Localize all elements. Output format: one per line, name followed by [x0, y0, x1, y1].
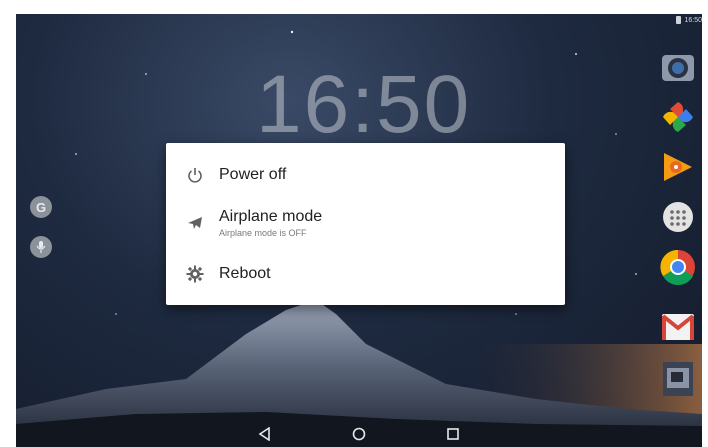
power-icon [185, 165, 205, 185]
camera-icon[interactable] [658, 47, 698, 87]
power-off-label: Power off [219, 166, 287, 183]
power-off-option[interactable]: Power off [166, 155, 565, 195]
airplane-mode-status: Airplane mode is OFF [219, 228, 307, 238]
lock-clock: 16:50 [256, 59, 472, 150]
microphone-icon[interactable] [30, 236, 52, 258]
gmail-icon[interactable] [658, 307, 698, 347]
navigation-bar [16, 420, 702, 447]
photos-icon[interactable] [658, 97, 698, 137]
play-music-icon[interactable] [658, 147, 698, 187]
power-menu-dialog: Power off Airplane mode Airplane mode is… [166, 143, 565, 305]
reboot-icon [185, 264, 205, 284]
airplane-mode-label: Airplane mode [219, 208, 323, 225]
reboot-option[interactable]: Reboot [166, 254, 565, 294]
app-drawer-icon[interactable] [658, 197, 698, 237]
chrome-icon[interactable] [658, 247, 698, 287]
status-bar: 16:50 [676, 16, 702, 24]
reboot-label: Reboot [219, 265, 271, 282]
status-time: 16:50 [684, 16, 702, 24]
back-icon[interactable] [253, 422, 277, 446]
airplane-mode-option[interactable]: Airplane mode Airplane mode is OFF [166, 202, 565, 244]
battery-icon [676, 16, 682, 24]
recents-icon[interactable] [441, 422, 465, 446]
google-icon[interactable]: G [30, 196, 52, 218]
airplane-icon [185, 213, 205, 233]
home-icon[interactable] [347, 422, 371, 446]
gallery-icon[interactable] [658, 359, 698, 399]
